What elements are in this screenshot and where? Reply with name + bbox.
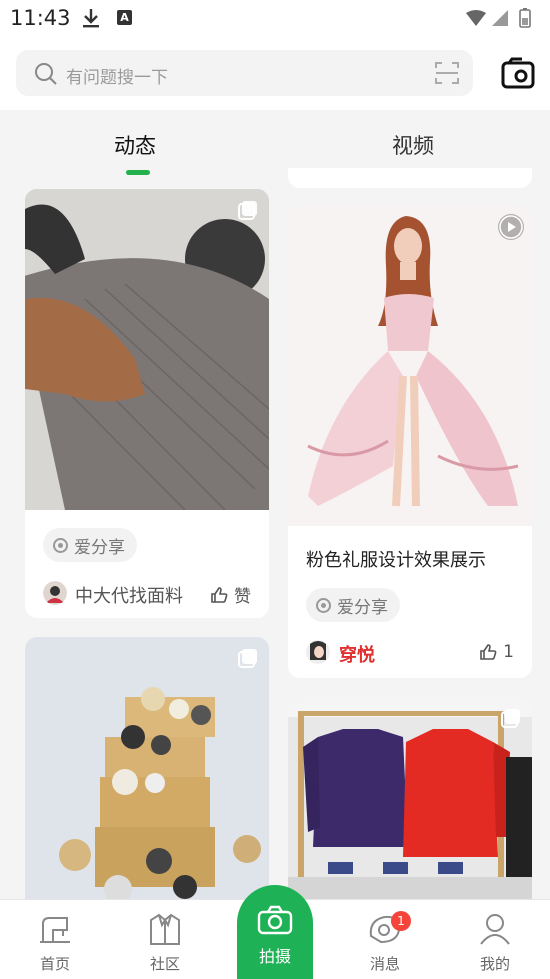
author-name[interactable]: 中大代找面料 xyxy=(75,582,183,608)
topic-icon xyxy=(316,597,331,613)
status-bar: 11:43 A xyxy=(0,0,550,38)
feed-card[interactable] xyxy=(288,697,532,899)
gown-illustration xyxy=(288,206,532,526)
topic-label: 爱分享 xyxy=(74,537,125,558)
like-button[interactable]: 赞 xyxy=(210,582,251,607)
author-name[interactable]: 穿悦 xyxy=(339,641,375,667)
signal-battery-icons xyxy=(464,8,536,32)
sewing-machine-icon xyxy=(40,917,70,943)
nav-community-label: 社区 xyxy=(149,955,180,973)
tab-dynamic[interactable]: 动态 xyxy=(114,130,156,160)
feed-card[interactable]: 粉色礼服设计效果展示 爱分享 穿悦 1 xyxy=(288,206,532,678)
scan-icon[interactable] xyxy=(435,61,459,89)
camera-shortcut-icon[interactable] xyxy=(500,57,536,95)
fabric-photo xyxy=(25,189,269,510)
nav-profile[interactable]: 我的 xyxy=(440,900,550,979)
like-button[interactable]: 1 xyxy=(479,642,514,662)
like-label: 赞 xyxy=(234,587,251,607)
like-count: 1 xyxy=(503,642,514,662)
multi-image-icon xyxy=(237,647,259,669)
camera-icon xyxy=(257,905,293,935)
nav-shoot-label: 拍摄 xyxy=(258,947,291,966)
feed-card[interactable]: 爱分享 中大代找面料 赞 xyxy=(25,189,269,618)
download-icon xyxy=(82,8,100,32)
nav-messages[interactable]: 消息 xyxy=(330,900,440,979)
nav-community[interactable]: 社区 xyxy=(110,900,220,979)
avatar[interactable] xyxy=(43,581,67,605)
search-icon xyxy=(34,62,58,90)
thumbs-up-icon xyxy=(211,586,228,603)
jackets-photo xyxy=(288,697,532,899)
post-title[interactable]: 粉色礼服设计效果展示 xyxy=(306,546,486,572)
topic-label: 爱分享 xyxy=(337,597,388,618)
tab-video[interactable]: 视频 xyxy=(392,130,434,160)
topic-tag[interactable]: 爱分享 xyxy=(43,528,137,562)
topic-tag[interactable]: 爱分享 xyxy=(306,588,400,622)
shirt-icon xyxy=(150,913,180,945)
multi-image-icon xyxy=(237,199,259,221)
multi-image-icon xyxy=(500,707,522,729)
profile-icon xyxy=(480,914,510,945)
nav-home[interactable]: 首页 xyxy=(0,900,110,979)
avatar[interactable] xyxy=(306,640,330,664)
feed-card[interactable] xyxy=(25,637,269,899)
status-time: 11:43 xyxy=(10,6,71,30)
search-placeholder: 有问题搜一下 xyxy=(66,68,168,88)
nav-shoot-button[interactable]: 拍摄 xyxy=(237,885,313,979)
search-bar[interactable]: 有问题搜一下 xyxy=(16,50,473,96)
tab-active-indicator xyxy=(126,170,150,175)
feed-card-partial[interactable] xyxy=(288,168,532,188)
nav-profile-label: 我的 xyxy=(479,955,510,973)
top-header: 有问题搜一下 xyxy=(0,38,550,110)
nav-messages-label: 消息 xyxy=(369,955,400,973)
thumbs-up-icon xyxy=(480,644,497,660)
nav-home-label: 首页 xyxy=(39,955,70,973)
video-play-icon xyxy=(498,214,524,240)
unread-badge: 1 xyxy=(391,911,411,931)
buttons-photo xyxy=(25,637,269,899)
topic-icon xyxy=(53,537,68,553)
app-notification-icon: A xyxy=(117,10,132,25)
